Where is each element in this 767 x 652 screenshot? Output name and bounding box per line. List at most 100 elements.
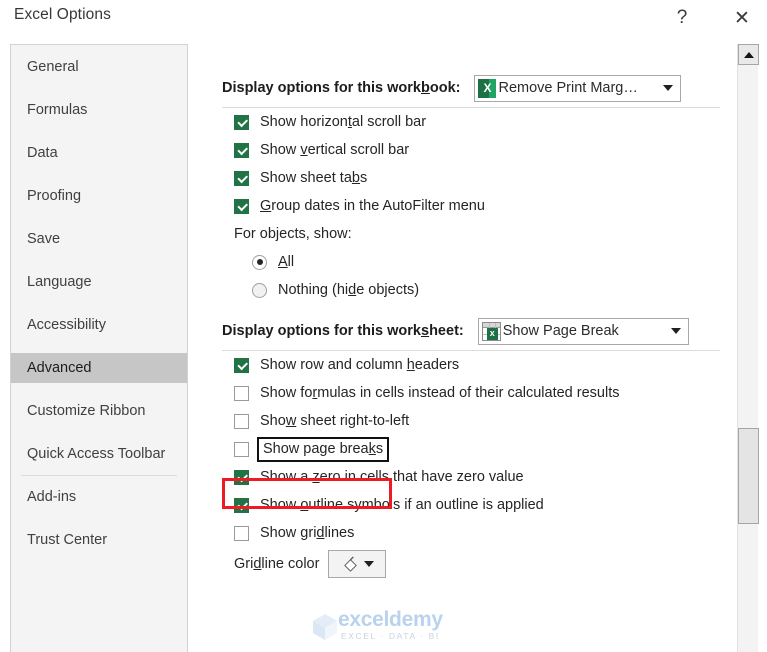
checkbox-label: Show vertical scroll bar bbox=[260, 142, 410, 158]
checkbox-show-vertical-scroll-bar[interactable]: Show vertical scroll bar bbox=[234, 136, 730, 164]
chevron-down-icon bbox=[663, 85, 674, 91]
checkbox-show-page-breaks[interactable]: Show page breaks bbox=[234, 435, 730, 463]
radio-indicator[interactable] bbox=[252, 282, 267, 298]
checkbox-indicator[interactable] bbox=[234, 170, 249, 186]
sidebar-item-data[interactable]: Data bbox=[11, 138, 187, 168]
checkbox-indicator[interactable] bbox=[234, 525, 249, 541]
checkbox-show-a-zero-in-cells[interactable]: Show a zero in cells that have zero valu… bbox=[234, 463, 730, 491]
gridline-color-picker-button[interactable] bbox=[328, 550, 387, 578]
excel-worksheet-icon: x bbox=[481, 321, 501, 341]
radio-objects-all[interactable]: All bbox=[252, 248, 730, 276]
worksheet-select[interactable]: x Show Page Break bbox=[477, 317, 689, 345]
checkbox-show-gridlines[interactable]: Show gridlines bbox=[234, 519, 730, 547]
checkbox-indicator[interactable] bbox=[234, 413, 249, 429]
options-content-pane: Display options for this workbook: X Rem… bbox=[206, 44, 730, 652]
worksheet-select-value: Show Page Break bbox=[502, 323, 619, 339]
checkbox-label: Show horizontal scroll bar bbox=[260, 114, 427, 130]
sidebar-divider bbox=[21, 475, 177, 476]
workbook-section-title: Display options for this workbook: bbox=[222, 80, 461, 96]
chevron-down-icon bbox=[363, 561, 374, 567]
sidebar-item-label: Formulas bbox=[27, 102, 88, 118]
focus-outline: Show page breaks bbox=[257, 436, 390, 462]
scroll-thumb[interactable] bbox=[738, 428, 759, 524]
vertical-scrollbar[interactable] bbox=[737, 44, 759, 652]
help-button[interactable]: ? bbox=[662, 0, 702, 36]
chevron-down-icon bbox=[670, 328, 681, 334]
radio-objects-nothing[interactable]: Nothing (hide objects) bbox=[252, 276, 730, 304]
sidebar-item-proofing[interactable]: Proofing bbox=[11, 181, 187, 211]
sidebar-item-quick-access-toolbar[interactable]: Quick Access Toolbar bbox=[11, 439, 187, 469]
sidebar-item-general[interactable]: General bbox=[11, 52, 187, 82]
checkbox-indicator[interactable] bbox=[234, 142, 249, 158]
checkbox-show-row-and-column-headers[interactable]: Show row and column headers bbox=[234, 351, 730, 379]
checkbox-label: Show gridlines bbox=[260, 525, 355, 541]
checkbox-group-dates-in-autofilter-menu[interactable]: Group dates in the AutoFilter menu bbox=[234, 192, 730, 220]
checkbox-show-outline-symbols[interactable]: Show outline symbols if an outline is ap… bbox=[234, 491, 730, 519]
sidebar-item-formulas[interactable]: Formulas bbox=[11, 95, 187, 125]
radio-label: Nothing (hide objects) bbox=[278, 282, 420, 298]
radio-label: All bbox=[278, 254, 295, 270]
sidebar-item-label: Add-ins bbox=[27, 489, 77, 505]
sidebar-item-label: Save bbox=[27, 231, 61, 247]
sidebar-item-save[interactable]: Save bbox=[11, 224, 187, 254]
sidebar-item-trust-center[interactable]: Trust Center bbox=[11, 525, 187, 555]
sidebar-item-label: Language bbox=[27, 274, 92, 290]
page-title: Excel Options bbox=[14, 6, 111, 23]
workbook-select[interactable]: X Remove Print Marg… bbox=[474, 74, 682, 102]
dialog-title-bar: Excel Options ? ✕ bbox=[0, 0, 767, 40]
checkbox-indicator[interactable] bbox=[234, 114, 249, 130]
sidebar-item-accessibility[interactable]: Accessibility bbox=[11, 310, 187, 340]
checkbox-label: Show page breaks bbox=[263, 440, 384, 457]
checkbox-show-horizontal-scroll-bar[interactable]: Show horizontal scroll bar bbox=[234, 108, 730, 136]
checkbox-label: Show a zero in cells that have zero valu… bbox=[260, 469, 524, 485]
sidebar-item-language[interactable]: Language bbox=[11, 267, 187, 297]
sidebar-item-label: Accessibility bbox=[27, 317, 106, 333]
checkbox-label: Show row and column headers bbox=[260, 357, 460, 373]
sidebar-item-label: General bbox=[27, 59, 79, 75]
sidebar-item-label: Customize Ribbon bbox=[27, 403, 146, 419]
sidebar-item-label: Data bbox=[27, 145, 58, 161]
checkbox-indicator[interactable] bbox=[234, 497, 249, 513]
for-objects-show-label: For objects, show: bbox=[234, 226, 352, 242]
sidebar-item-label: Trust Center bbox=[27, 532, 108, 548]
sidebar-item-label: Advanced bbox=[27, 360, 92, 376]
radio-indicator[interactable] bbox=[252, 254, 267, 270]
fill-color-icon bbox=[344, 555, 357, 572]
checkbox-indicator[interactable] bbox=[234, 441, 249, 457]
checkbox-indicator[interactable] bbox=[234, 357, 249, 373]
close-icon: ✕ bbox=[734, 7, 750, 29]
checkbox-indicator[interactable] bbox=[234, 469, 249, 485]
sidebar-item-advanced[interactable]: Advanced bbox=[11, 353, 187, 383]
sidebar-item-label: Proofing bbox=[27, 188, 82, 204]
sidebar-item-customize-ribbon[interactable]: Customize Ribbon bbox=[11, 396, 187, 426]
worksheet-section-title: Display options for this worksheet: bbox=[222, 323, 464, 339]
sidebar-item-label: Quick Access Toolbar bbox=[27, 446, 166, 462]
checkbox-label: Group dates in the AutoFilter menu bbox=[260, 198, 485, 214]
checkbox-label: Show sheet tabs bbox=[260, 170, 368, 186]
checkbox-show-sheet-tabs[interactable]: Show sheet tabs bbox=[234, 164, 730, 192]
checkbox-show-sheet-right-to-left[interactable]: Show sheet right-to-left bbox=[234, 407, 730, 435]
sidebar-item-add-ins[interactable]: Add-ins bbox=[11, 482, 187, 512]
checkbox-label: Show outline symbols if an outline is ap… bbox=[260, 497, 544, 513]
question-mark-icon: ? bbox=[676, 7, 688, 28]
scroll-up-button[interactable] bbox=[738, 44, 759, 65]
gridline-color-label: Gridline color bbox=[234, 556, 320, 572]
gridline-color-row: Gridline color bbox=[234, 549, 730, 579]
checkbox-show-formulas-in-cells[interactable]: Show formulas in cells instead of their … bbox=[234, 379, 730, 407]
checkbox-label: Show sheet right-to-left bbox=[260, 413, 410, 429]
checkbox-indicator[interactable] bbox=[234, 198, 249, 214]
sidebar: General Formulas Data Proofing Save Lang… bbox=[10, 44, 188, 652]
checkbox-indicator[interactable] bbox=[234, 385, 249, 401]
close-button[interactable]: ✕ bbox=[722, 0, 762, 36]
worksheet-section-header: Display options for this worksheet: x Sh… bbox=[222, 317, 720, 345]
checkbox-label: Show formulas in cells instead of their … bbox=[260, 385, 620, 401]
workbook-select-value: Remove Print Marg… bbox=[498, 80, 638, 96]
